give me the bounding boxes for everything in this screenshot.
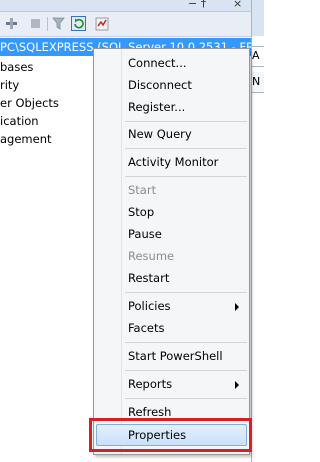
- tree-item-databases[interactable]: bases: [0, 58, 33, 76]
- tree-item-management[interactable]: agement: [0, 130, 52, 148]
- menu-separator: [125, 398, 247, 399]
- right-pane-header: [252, 0, 264, 36]
- right-pane-tab: N: [252, 72, 264, 93]
- submenu-arrow-icon: [235, 381, 239, 389]
- menu-item-resume: Resume: [128, 249, 175, 263]
- filter-icon[interactable]: [51, 16, 66, 31]
- menu-item-properties[interactable]: Properties: [96, 424, 247, 446]
- menu-separator: [125, 121, 247, 122]
- menu-separator: [125, 148, 247, 149]
- menu-item-disconnect[interactable]: Disconnect: [96, 74, 247, 96]
- menu-item-restart[interactable]: Restart: [96, 267, 247, 289]
- explorer-title-bar: − † ×: [0, 0, 251, 12]
- stop-icon[interactable]: [28, 16, 43, 31]
- menu-separator: [125, 342, 247, 343]
- menu-item-start-powershell[interactable]: Start PowerShell: [96, 345, 247, 367]
- menu-item-refresh[interactable]: Refresh: [96, 401, 247, 423]
- menu-item-register[interactable]: Register...: [96, 96, 247, 118]
- menu-item-reports[interactable]: Reports: [96, 373, 247, 395]
- menu-item-facets[interactable]: Facets: [96, 317, 247, 339]
- refresh-icon[interactable]: [71, 16, 86, 31]
- menu-separator: [125, 370, 247, 371]
- activity-icon[interactable]: [94, 16, 109, 31]
- menu-item-pause[interactable]: Pause: [96, 223, 247, 245]
- tree-item-security[interactable]: rity: [0, 76, 19, 94]
- submenu-arrow-icon: [235, 303, 239, 311]
- context-menu: Connect... Disconnect Register... New Qu…: [93, 48, 250, 455]
- disconnect-icon[interactable]: [4, 16, 19, 31]
- pin-icon[interactable]: − †: [188, 0, 206, 10]
- close-icon[interactable]: ×: [233, 0, 242, 10]
- menu-item-activity-monitor[interactable]: Activity Monitor: [96, 151, 247, 173]
- right-pane: A N: [252, 0, 264, 462]
- right-pane-field: A: [252, 46, 264, 67]
- tree-item-server-objects[interactable]: er Objects: [0, 94, 59, 112]
- menu-item-start: Start: [128, 183, 157, 197]
- menu-item-new-query[interactable]: New Query: [96, 123, 247, 145]
- menu-separator: [125, 292, 247, 293]
- toolbar-separator: [47, 17, 48, 31]
- menu-item-stop[interactable]: Stop: [96, 201, 247, 223]
- explorer-toolbar: [0, 12, 251, 37]
- menu-item-connect[interactable]: Connect...: [96, 52, 247, 74]
- menu-item-policies[interactable]: Policies: [96, 295, 247, 317]
- tree-item-replication[interactable]: ication: [0, 112, 39, 130]
- menu-separator: [125, 176, 247, 177]
